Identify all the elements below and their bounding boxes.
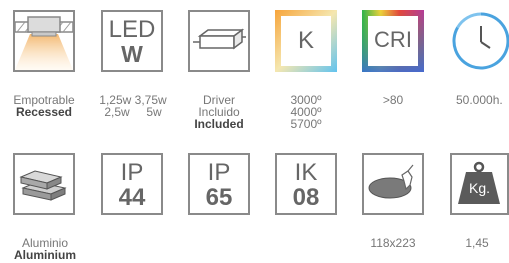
- weight-value: 1,45: [465, 236, 489, 250]
- lifetime-caption: 50.000h.: [456, 94, 509, 106]
- aluminium-label-en-wrap: Aluminium: [4, 249, 86, 261]
- ik08-value: 08: [292, 184, 320, 211]
- driver-box-icon: [193, 28, 246, 50]
- lifetime-tile: [450, 10, 509, 72]
- ip65-tile: IP 65: [188, 153, 250, 215]
- led-watt-tile: LED W: [101, 10, 163, 72]
- weight-caption: 1,45: [452, 237, 502, 249]
- recessed-caption: Empotrable Recessed: [0, 94, 88, 118]
- watt-label: W: [121, 41, 143, 67]
- driver-caption: Driver Incluido Included: [179, 94, 259, 130]
- driver-included-en-wrap: Included: [179, 118, 259, 130]
- cri-caption: >80: [362, 94, 424, 106]
- ip44-top: IP: [120, 159, 144, 186]
- kelvin-tile: K: [275, 10, 337, 72]
- lifetime-value: 50.000h.: [456, 94, 503, 106]
- cutout-caption: 118x223: [358, 237, 428, 249]
- ip65-value: 65: [205, 184, 233, 211]
- cutout-tile: [362, 153, 424, 215]
- aluminium-tile: [13, 153, 75, 215]
- recessed-label-en: Recessed: [15, 105, 73, 119]
- weight-tile: Kg.: [450, 153, 509, 215]
- recessed-downlight-icon: [15, 16, 73, 70]
- ik08-top: IK: [294, 159, 318, 186]
- clock-icon: [452, 12, 509, 70]
- driver-included-en: Included: [194, 117, 244, 131]
- weight-symbol: Kg.: [468, 180, 490, 196]
- cri-tile: CRI: [362, 10, 424, 72]
- aluminium-label-en: Aluminium: [14, 248, 76, 262]
- led-label: LED: [108, 16, 156, 43]
- watts-caption: 1,25w 3,75w 2,5w 5w: [97, 94, 169, 118]
- aluminium-ingots-icon: [19, 170, 67, 201]
- recessed-label-en-wrap: Recessed: [0, 106, 88, 118]
- kelvin-5700: 5700º: [290, 117, 322, 131]
- driver-tile: [188, 10, 250, 72]
- ip65-top: IP: [207, 159, 231, 186]
- watts-line2: 2,5w 5w: [104, 105, 162, 119]
- cutout-hole-icon: [368, 164, 414, 199]
- ip44-tile: IP 44: [101, 153, 163, 215]
- kelvin-symbol: K: [297, 27, 314, 54]
- kelvin-caption: 3000º 4000º 5700º: [272, 94, 340, 130]
- aluminium-caption: Aluminio Aluminium: [4, 237, 86, 261]
- recessed-tile: [13, 10, 75, 72]
- ik08-tile: IK 08: [275, 153, 337, 215]
- cri-symbol: CRI: [374, 27, 412, 52]
- cutout-value: 118x223: [370, 236, 416, 250]
- ip44-value: 44: [118, 184, 146, 211]
- cri-value: >80: [382, 93, 404, 107]
